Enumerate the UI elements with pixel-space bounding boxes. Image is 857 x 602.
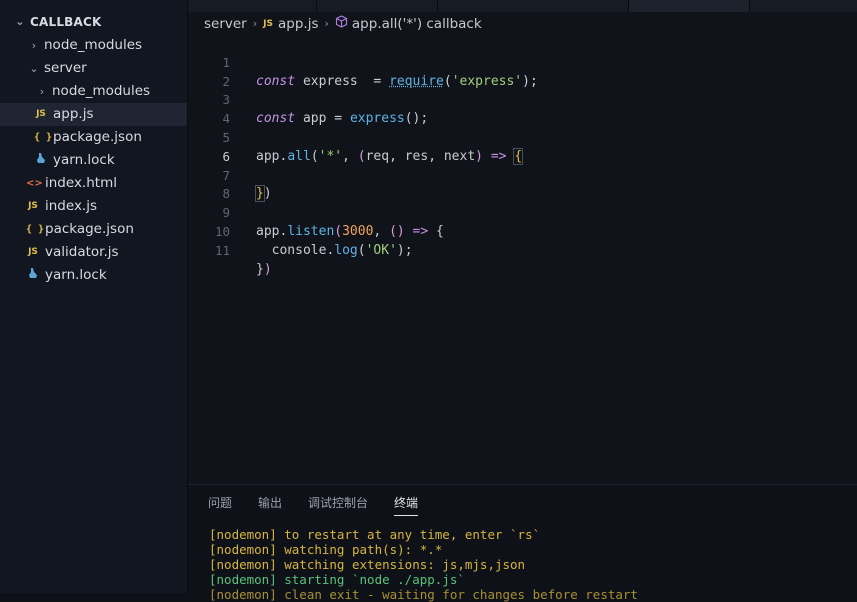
terminal-line: [nodemon] watching path(s): *.* [209, 542, 443, 557]
tree-item-label: app.js [53, 106, 94, 122]
breadcrumb-symbol[interactable]: app.all('*') callback [352, 14, 482, 34]
tree-folder-server[interactable]: ⌄ server [0, 57, 187, 80]
tree-file-validator-js[interactable]: JS validator.js [0, 241, 187, 264]
code-line: 1 const express = require('express'); [188, 35, 857, 89]
chevron-right-icon: › [324, 17, 329, 30]
json-file-icon: { } [34, 132, 53, 143]
tree-item-label: index.js [45, 198, 98, 214]
tab-terminal[interactable]: 终端 [394, 493, 419, 516]
yarn-icon [34, 149, 48, 172]
tree-item-label: package.json [53, 129, 142, 145]
json-file-icon: { } [26, 224, 45, 235]
explorer-project-header[interactable]: ⌄ CALLBACK [0, 10, 187, 34]
method-cube-icon [335, 14, 348, 34]
tree-file-server-package-json[interactable]: { } package.json [0, 126, 187, 149]
editor-tab-strip [188, 0, 857, 12]
chevron-right-icon: › [252, 17, 258, 30]
line-content: }) [256, 261, 272, 277]
terminal-output[interactable]: [nodemon] to restart at any time, enter … [209, 527, 638, 602]
breadcrumb-file[interactable]: app.js [278, 14, 319, 34]
chevron-right-icon: › [39, 85, 45, 98]
tab-output[interactable]: 输出 [258, 493, 282, 515]
terminal-line: [nodemon] starting `node ./app.js` [209, 572, 465, 587]
tree-file-index-html[interactable]: <> index.html [0, 172, 187, 195]
tree-folder-node-modules[interactable]: › node_modules [0, 34, 187, 57]
chevron-down-icon: ⌄ [29, 62, 39, 75]
tree-item-label: node_modules [52, 83, 151, 99]
panel-tabs: 问题 输出 调试控制台 终端 [208, 493, 444, 516]
tree-item-label: validator.js [45, 244, 119, 260]
js-file-icon: JS [28, 201, 38, 211]
code-line: 9 app.listen(3000, () => { [188, 185, 857, 239]
js-file-icon: JS [28, 247, 38, 257]
chevron-down-icon: ⌄ [15, 15, 25, 28]
code-line: 4 [188, 91, 857, 126]
tree-file-server-yarn-lock[interactable]: yarn.lock [0, 149, 187, 172]
code-line: 7 }) [188, 148, 857, 203]
tab-debug-console[interactable]: 调试控制台 [308, 493, 368, 515]
breadcrumb: server › JS app.js › app.all('*') callba… [204, 14, 482, 34]
code-line: 5 app.all('*', (req, res, next) => { [188, 110, 857, 165]
html-file-icon: <> [26, 178, 43, 189]
code-line: 11 }) [188, 223, 857, 277]
editor-tab[interactable] [750, 0, 857, 12]
code-line: 8 [188, 167, 857, 201]
tree-item-label: index.html [45, 175, 117, 191]
code-area[interactable]: 1 const express = require('express'); 2 … [188, 35, 857, 277]
tree-item-label: yarn.lock [45, 267, 107, 283]
tab-problems[interactable]: 问题 [208, 493, 232, 515]
code-editor[interactable]: server › JS app.js › app.all('*') callba… [188, 0, 857, 484]
editor-tab[interactable] [438, 0, 629, 12]
line-number: 11 [214, 242, 230, 258]
editor-tab[interactable] [317, 0, 438, 12]
line-content: console.log('OK'); [256, 242, 413, 258]
chevron-right-icon: › [31, 39, 37, 52]
terminal-line: [nodemon] watching extensions: js,mjs,js… [209, 557, 526, 572]
sidebar-top-spacer [0, 0, 187, 10]
breadcrumb-folder[interactable]: server [204, 14, 247, 34]
terminal-line: [nodemon] to restart at any time, enter … [209, 527, 541, 542]
bottom-panel: 问题 输出 调试控制台 终端 [nodemon] to restart at a… [188, 484, 857, 602]
editor-tab-active[interactable] [629, 0, 750, 12]
code-line: 2 [188, 54, 857, 89]
tree-file-app-js[interactable]: JS app.js [0, 103, 187, 126]
tree-item-label: package.json [45, 221, 134, 237]
code-line: 3 const app = express(); [188, 73, 857, 126]
project-title: CALLBACK [30, 15, 102, 29]
code-line: 10 console.log('OK'); [188, 204, 857, 258]
js-file-icon: JS [36, 109, 46, 119]
tree-file-package-json[interactable]: { } package.json [0, 218, 187, 241]
code-line-current: 6 [188, 129, 857, 164]
yarn-icon [26, 264, 40, 287]
tree-file-yarn-lock[interactable]: yarn.lock [0, 264, 187, 287]
js-file-icon: JS [263, 19, 273, 29]
tree-item-label: yarn.lock [53, 152, 115, 168]
tree-folder-server-node-modules[interactable]: › node_modules [0, 80, 187, 103]
editor-tab[interactable] [188, 0, 317, 12]
tree-item-label: node_modules [44, 37, 143, 53]
terminal-line: [nodemon] clean exit - waiting for chang… [209, 587, 638, 602]
explorer-sidebar: ⌄ CALLBACK › node_modules ⌄ server › nod… [0, 0, 188, 593]
tree-item-label: server [44, 60, 87, 76]
tree-file-index-js[interactable]: JS index.js [0, 195, 187, 218]
